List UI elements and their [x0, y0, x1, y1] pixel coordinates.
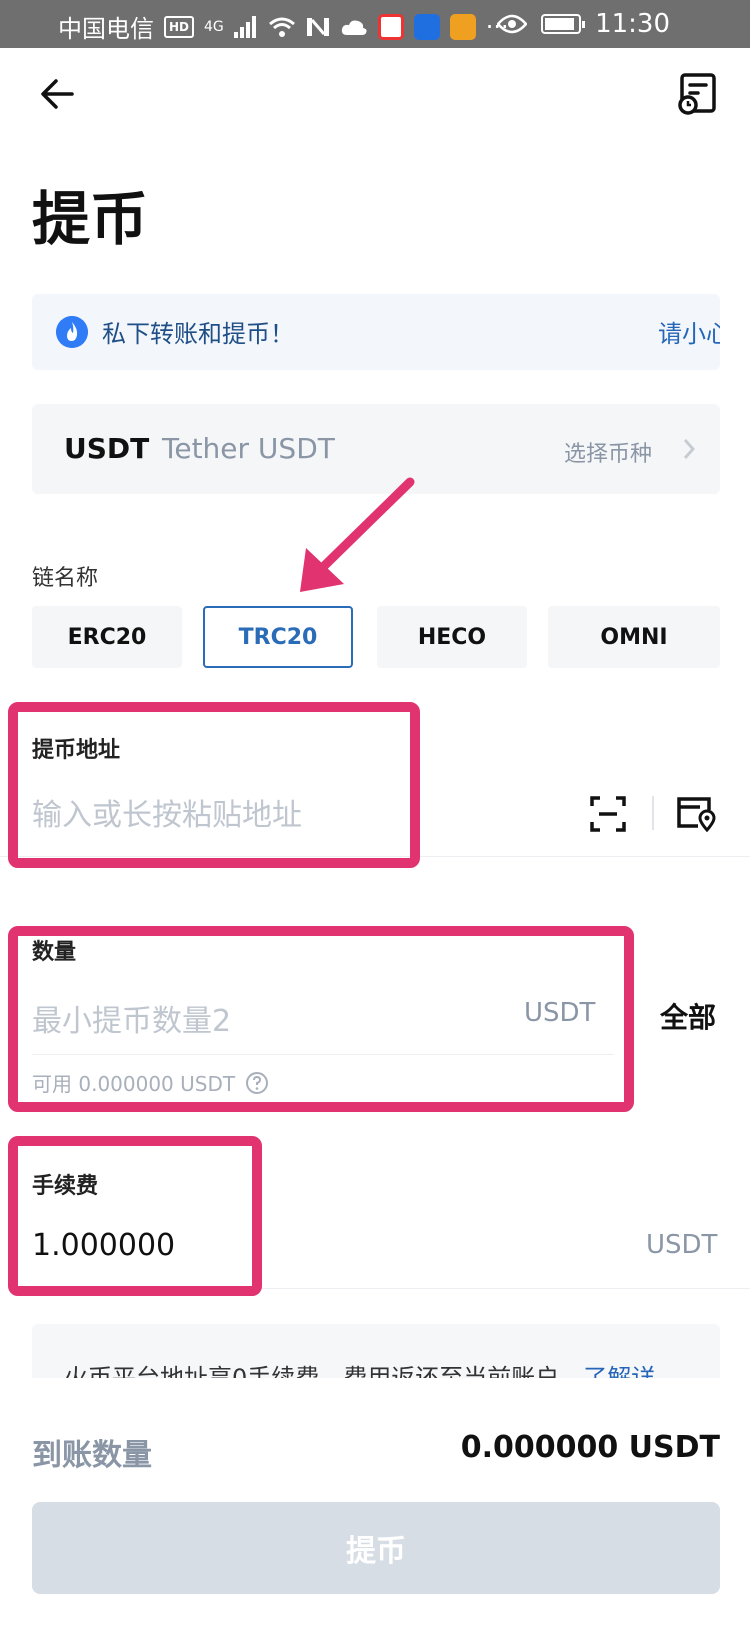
bulb-app-icon	[413, 13, 440, 40]
chain-option-erc20[interactable]: ERC20	[32, 606, 182, 668]
scan-qr-icon[interactable]	[590, 796, 626, 832]
all-button[interactable]: 全部	[660, 996, 716, 1036]
flame-icon	[56, 316, 88, 348]
tip-text: 火币平台地址享0手续费，费用返还至当前账户，	[64, 1364, 584, 1378]
receive-amount-label: 到账数量	[32, 1438, 152, 1473]
annotation-box-address	[8, 702, 420, 868]
nfc-icon	[306, 17, 329, 36]
chain-option-heco[interactable]: HECO	[377, 606, 527, 668]
tip-text-row: 火币平台地址享0手续费，费用返还至当前账户，了解详	[64, 1358, 655, 1378]
annotation-box-quantity	[8, 926, 634, 1112]
notice-text: 私下转账和提币！	[102, 320, 294, 348]
wifi-icon	[268, 17, 295, 37]
app-notification-icon	[377, 13, 404, 40]
battery-icon	[541, 14, 586, 34]
tip-learn-more-link[interactable]: 了解详	[583, 1364, 655, 1378]
withdraw-button[interactable]: 提币	[32, 1502, 720, 1594]
chevron-right-icon	[683, 439, 696, 459]
icon-divider	[652, 796, 654, 830]
warning-notice: 私下转账和提币！ 请小心	[32, 294, 720, 370]
status-bar: 中国电信 HD 4G ··· 11:30	[0, 0, 750, 48]
coin-symbol: USDT	[64, 432, 150, 465]
back-arrow-icon[interactable]	[38, 74, 78, 114]
status-left: 中国电信 HD 4G ···	[58, 9, 509, 44]
receive-amount-value: 0.000000 USDT	[460, 1430, 720, 1465]
fee-unit: USDT	[646, 1230, 718, 1260]
chain-options: ERC20 TRC20 HECO OMNI	[32, 606, 720, 668]
bottom-panel: 到账数量 0.000000 USDT 提币	[0, 1390, 750, 1625]
status-right: 11:30	[497, 9, 670, 39]
yellow-app-icon	[449, 13, 476, 40]
eye-icon	[497, 14, 528, 34]
address-book-icon[interactable]	[676, 796, 716, 832]
annotation-box-fee	[8, 1136, 262, 1296]
chain-label: 链名称	[32, 566, 99, 591]
annotation-arrow-icon	[300, 477, 415, 592]
history-record-icon[interactable]	[676, 72, 718, 116]
hd-badge: HD	[164, 15, 195, 38]
page-title: 提币	[32, 185, 149, 253]
status-time: 11:30	[595, 9, 670, 39]
select-coin-label: 选择币种	[564, 442, 653, 467]
cloud-icon	[341, 20, 367, 35]
carrier-name: 中国电信	[58, 15, 154, 43]
chain-option-omni[interactable]: OMNI	[548, 606, 720, 668]
fee-tip-banner: 火币平台地址享0手续费，费用返还至当前账户，了解详	[32, 1324, 720, 1378]
chain-option-trc20[interactable]: TRC20	[203, 606, 353, 668]
signal-icon	[233, 15, 256, 38]
coin-full-name: Tether USDT	[162, 432, 335, 465]
network-type: 4G	[204, 18, 224, 35]
notice-link[interactable]: 请小心	[658, 314, 720, 349]
